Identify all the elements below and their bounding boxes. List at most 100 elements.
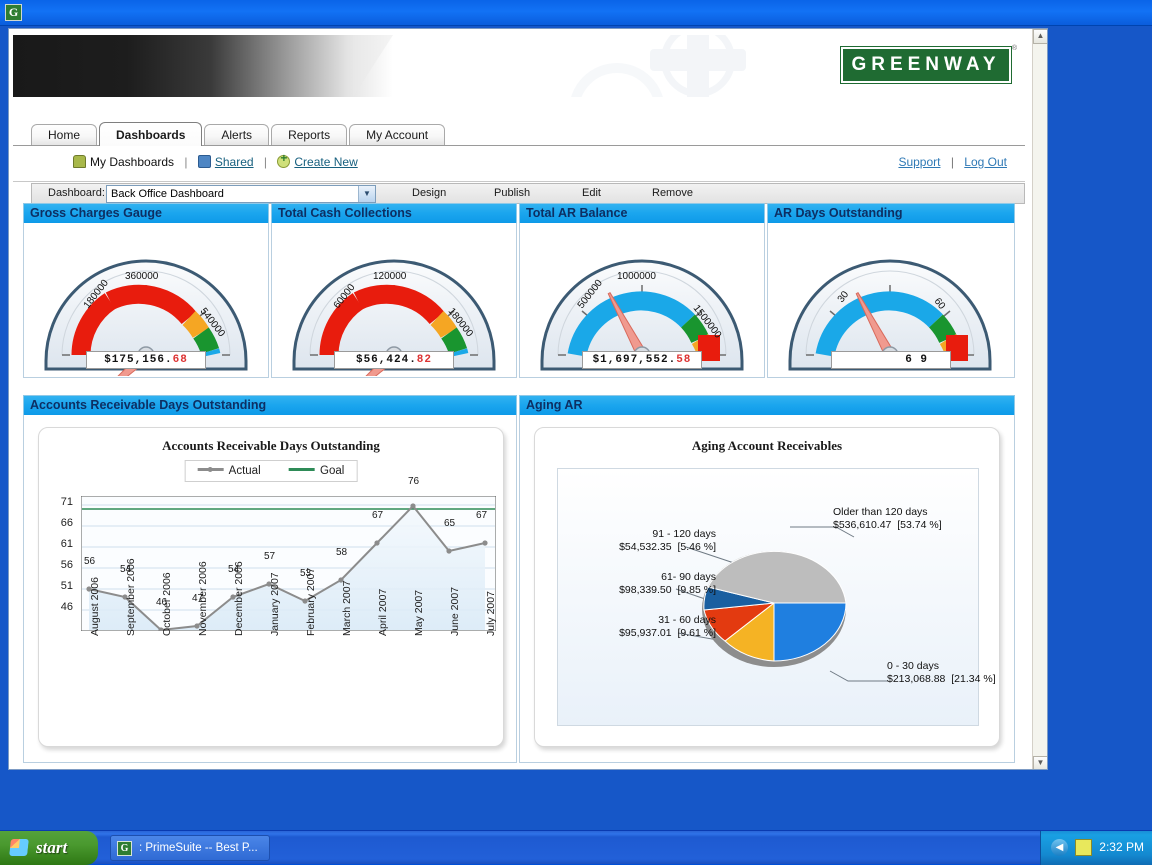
panel-gross-charges: Gross Charges Gauge <box>23 203 269 378</box>
point-label-7: 58 <box>336 547 347 558</box>
x-tick-5: January 2007 <box>269 572 281 636</box>
tab-reports[interactable]: Reports <box>271 124 347 146</box>
sub-navigation: My Dashboards | Shared | Create New Supp… <box>13 146 1025 182</box>
point-label-5: 57 <box>264 551 275 562</box>
account-links: Support | Log Out <box>898 155 1007 169</box>
aging-chart-card: Aging Account Receivables <box>534 427 1000 747</box>
remove-button[interactable]: Remove <box>652 187 693 199</box>
pie-label-amount: $213,068.88 <box>887 673 945 685</box>
tray-expand-icon[interactable]: ◀ <box>1051 839 1068 856</box>
dashboard-select-label: Dashboard: <box>48 187 105 199</box>
panel-title-total-ar-balance: Total AR Balance <box>519 203 765 223</box>
panel-title-ardo: Accounts Receivable Days Outstanding <box>23 395 517 415</box>
banner-gradient <box>13 35 393 97</box>
y-tick-46: 46 <box>43 601 73 613</box>
taskbar-item-primesuite[interactable]: G : PrimeSuite -- Best P... <box>110 835 270 861</box>
system-clock[interactable]: 2:32 PM <box>1099 840 1144 854</box>
panel-total-cash-collections: Total Cash Collections <box>271 203 517 378</box>
tab-alerts[interactable]: Alerts <box>204 124 269 146</box>
pie-label-0-30: 0 - 30 days $213,068.88 [21.34 %] <box>887 660 996 686</box>
panel-title-total-cash-collections: Total Cash Collections <box>271 203 517 223</box>
gauge-value-main: 6 9 <box>905 354 928 366</box>
shared-icon <box>198 155 211 168</box>
gauge-total-cash-collections: 60000 120000 180000 $56,424.82 <box>272 223 516 377</box>
subnav-separator-3: | <box>951 155 954 169</box>
aging-chart-title: Aging Account Receivables <box>535 428 999 454</box>
x-tick-3: November 2006 <box>197 561 209 636</box>
x-tick-2: October 2006 <box>161 572 173 636</box>
gauge-tick-label-2: 120000 <box>373 271 407 282</box>
x-tick-4: December 2006 <box>233 561 245 636</box>
create-new-link[interactable]: Create New <box>294 155 357 169</box>
panel-ar-days-outstanding: AR Days Outstanding <box>767 203 1015 378</box>
subnav-separator-1: | <box>184 155 187 169</box>
gear-watermark-icon <box>661 35 735 97</box>
x-tick-9: May 2007 <box>413 590 425 636</box>
tab-my-account[interactable]: My Account <box>349 124 445 146</box>
pie-label-name: 61- 90 days <box>571 571 716 584</box>
system-tray: ◀ 2:32 PM <box>1040 831 1152 865</box>
trademark-mark: ® <box>1012 45 1017 52</box>
publish-button[interactable]: Publish <box>494 187 530 199</box>
design-button[interactable]: Design <box>412 187 446 199</box>
panel-body-total-ar-balance: 500000 1000000 1500000 $1,697,552.58 <box>519 223 765 378</box>
support-link[interactable]: Support <box>898 155 940 169</box>
start-button[interactable]: start <box>0 831 98 865</box>
scroll-up-button[interactable]: ▲ <box>1033 29 1048 44</box>
pie-label-amount: $98,339.50 <box>619 584 672 596</box>
panel-title-ar-days-outstanding: AR Days Outstanding <box>767 203 1015 223</box>
pie-label-amount: $95,937.01 <box>619 627 672 639</box>
pie-label-percent: [21.34 %] <box>951 673 995 685</box>
panel-aging-ar: Aging AR Aging Account Receivables <box>519 395 1015 763</box>
main-tabs[interactable]: Home Dashboards Alerts Reports My Accoun… <box>31 124 447 146</box>
scroll-down-button[interactable]: ▼ <box>1033 756 1048 770</box>
desktop: GREENWAY ® Home Dashboards Alerts Report… <box>0 26 1152 830</box>
pie-label-percent: [9.61 %] <box>677 627 716 639</box>
ardo-chart-card: Accounts Receivable Days Outstanding Act… <box>38 427 504 747</box>
legend-label-actual: Actual <box>229 465 261 477</box>
my-dashboards-link[interactable]: My Dashboards <box>90 155 174 169</box>
panel-body-aging-ar: Aging Account Receivables <box>519 415 1015 763</box>
gauge-value-ar-days-outstanding: 6 9 <box>831 351 951 369</box>
panel-body-ar-days-outstanding: 30 60 6 9 <box>767 223 1015 378</box>
pie-label-name: 91 - 120 days <box>571 528 716 541</box>
legend-label-goal: Goal <box>320 465 344 477</box>
panel-body-total-cash-collections: 60000 120000 180000 $56,424.82 <box>271 223 517 378</box>
ardo-chart-title: Accounts Receivable Days Outstanding <box>39 428 503 454</box>
dashboard-select-value: Back Office Dashboard <box>111 188 224 200</box>
point-label-10: 65 <box>444 518 455 529</box>
tray-app-icon[interactable] <box>1075 839 1092 856</box>
tab-dashboards[interactable]: Dashboards <box>99 122 202 146</box>
gauge-value-main: $175,156. <box>104 354 172 366</box>
log-out-link[interactable]: Log Out <box>964 155 1007 169</box>
gauge-value-cents: 68 <box>173 354 188 366</box>
gauge-value-main: $1,697,552. <box>593 354 677 366</box>
browser-page: GREENWAY ® Home Dashboards Alerts Report… <box>8 28 1048 770</box>
gauge-tick-label-2: 1000000 <box>617 271 656 282</box>
panel-title-aging-ar: Aging AR <box>519 395 1015 415</box>
dashboard-select[interactable]: Back Office Dashboard ▼ <box>106 185 376 203</box>
y-tick-61: 61 <box>43 538 73 550</box>
point-label-0: 56 <box>84 556 95 567</box>
chevron-down-icon[interactable]: ▼ <box>358 186 375 202</box>
pie-label-percent: [5.46 %] <box>677 541 716 553</box>
gauge-tick-label-2: 360000 <box>125 271 159 282</box>
pie-label-name: 0 - 30 days <box>887 660 996 673</box>
legend-swatch-goal <box>289 468 315 471</box>
panel-body-gross-charges: 180000 360000 540000 $175,156.68 <box>23 223 269 378</box>
gauge-value-total-ar-balance: $1,697,552.58 <box>582 351 702 369</box>
person-icon <box>73 155 86 168</box>
taskbar-item-label: : PrimeSuite -- Best P... <box>139 842 258 854</box>
gauge-value-cents: 58 <box>676 354 691 366</box>
pie-label-older-120: Older than 120 days $536,610.47 [53.74 %… <box>833 506 942 532</box>
edit-button[interactable]: Edit <box>582 187 601 199</box>
window-title-bar: G <box>0 0 1152 26</box>
create-new-icon <box>277 155 290 168</box>
tab-home[interactable]: Home <box>31 124 97 146</box>
pie-label-name: 31 - 60 days <box>571 614 716 627</box>
pie-label-percent: [53.74 %] <box>897 519 941 531</box>
shared-link[interactable]: Shared <box>215 155 254 169</box>
page-scrollbar[interactable]: ▲ ▼ <box>1032 29 1047 770</box>
point-label-9: 76 <box>408 476 419 487</box>
greenway-logo: GREENWAY <box>841 47 1011 83</box>
